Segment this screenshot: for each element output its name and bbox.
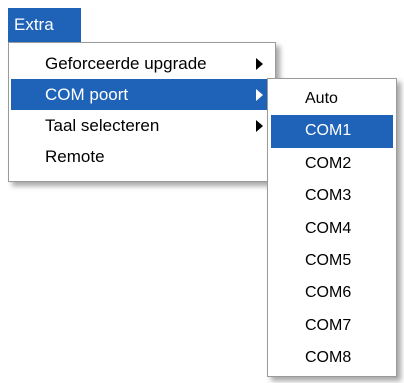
submenu-item-com7[interactable]: COM7 xyxy=(271,310,393,342)
menu-item-geforceerde-upgrade[interactable]: Geforceerde upgrade xyxy=(11,48,273,79)
menu-item-remote[interactable]: Remote xyxy=(11,141,273,172)
submenu-item-com8[interactable]: COM8 xyxy=(271,342,393,374)
submenu-item-com2[interactable]: COM2 xyxy=(271,148,393,180)
menu-item-label: Geforceerde upgrade xyxy=(45,54,207,73)
submenu-item-com1[interactable]: COM1 xyxy=(271,115,393,148)
menu-item-label: COM poort xyxy=(45,85,129,104)
submenu-item-auto[interactable]: Auto xyxy=(271,83,393,115)
submenu-item-com3[interactable]: COM3 xyxy=(271,180,393,212)
menu-extra-title[interactable]: Extra xyxy=(8,8,81,42)
menu-item-label: Taal selecteren xyxy=(45,116,160,135)
com-poort-submenu: Auto COM1 COM2 COM3 COM4 COM5 COM6 COM7 … xyxy=(267,78,397,377)
submenu-arrow-icon xyxy=(256,58,263,70)
submenu-arrow-icon xyxy=(256,89,263,101)
submenu-item-com5[interactable]: COM5 xyxy=(271,245,393,277)
submenu-arrow-icon xyxy=(256,120,263,132)
menu-item-label: Remote xyxy=(45,147,105,166)
menu-item-com-poort[interactable]: COM poort xyxy=(11,79,273,110)
submenu-item-com4[interactable]: COM4 xyxy=(271,213,393,245)
submenu-item-com6[interactable]: COM6 xyxy=(271,277,393,309)
extra-dropdown-menu: Geforceerde upgrade COM poort Taal selec… xyxy=(8,42,276,182)
menu-item-taal-selecteren[interactable]: Taal selecteren xyxy=(11,110,273,141)
screen: Extra Geforceerde upgrade COM poort Taal… xyxy=(0,0,404,383)
